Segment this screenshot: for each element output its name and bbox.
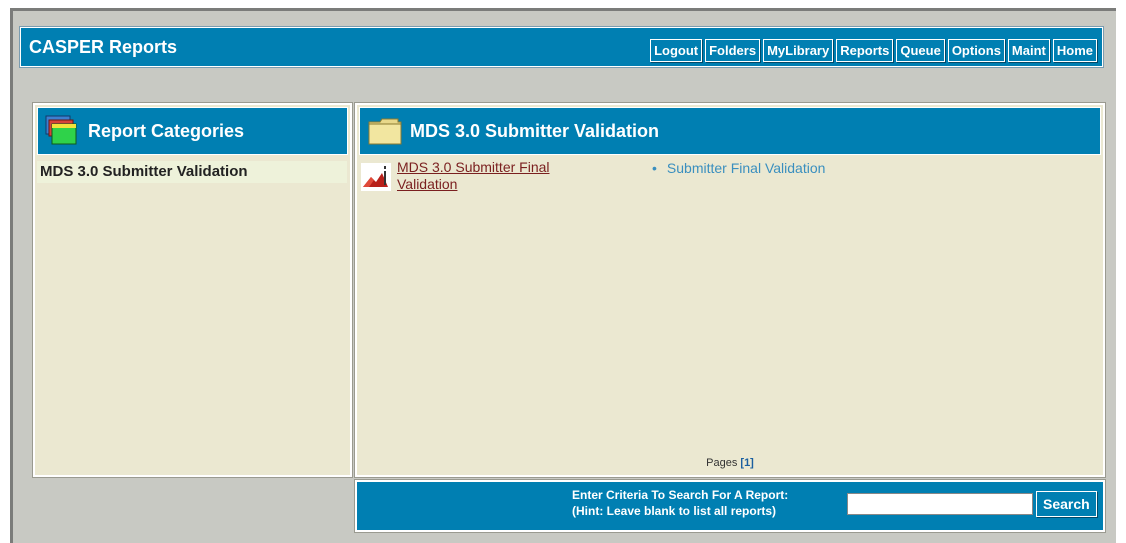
queue-button[interactable]: Queue xyxy=(896,39,945,62)
search-prompt: Enter Criteria To Search For A Report: xyxy=(572,488,789,502)
app-title: CASPER Reports xyxy=(29,37,178,57)
options-button[interactable]: Options xyxy=(947,39,1005,62)
search-input[interactable] xyxy=(847,493,1033,515)
report-list-header: MDS 3.0 Submitter Validation xyxy=(359,107,1101,155)
pages-label: Pages xyxy=(706,457,738,469)
search-bar: Enter Criteria To Search For A Report: (… xyxy=(354,479,1106,533)
bullet-icon: • xyxy=(652,160,657,176)
folders-button[interactable]: Folders xyxy=(705,39,761,62)
logout-button[interactable]: Logout xyxy=(650,39,703,62)
top-bar: CASPER Reports Logout Folders MyLibrary … xyxy=(19,26,1104,68)
report-description-text: Submitter Final Validation xyxy=(666,160,826,176)
folder-icon xyxy=(368,118,402,145)
reports-button[interactable]: Reports xyxy=(836,39,894,62)
main-nav: Logout Folders MyLibrary Reports Queue O… xyxy=(650,39,1097,62)
search-button[interactable]: Search xyxy=(1036,491,1097,517)
report-categories-title: Report Categories xyxy=(88,121,245,141)
page-link[interactable]: [1] xyxy=(740,457,753,469)
search-instructions: Enter Criteria To Search For A Report: (… xyxy=(572,487,788,519)
report-link[interactable]: MDS 3.0 Submitter Final Validation xyxy=(397,159,607,193)
report-icon[interactable] xyxy=(361,163,391,196)
report-list-panel: MDS 3.0 Submitter Validation MDS 3.0 Sub… xyxy=(354,102,1106,478)
category-item[interactable]: MDS 3.0 Submitter Validation xyxy=(37,161,347,183)
folder-stack-icon xyxy=(45,115,77,145)
report-description: • Submitter Final Validation xyxy=(652,160,825,176)
report-list-title: MDS 3.0 Submitter Validation xyxy=(410,121,660,141)
home-button[interactable]: Home xyxy=(1052,39,1097,62)
report-categories-header: Report Categories xyxy=(37,107,348,155)
maint-button[interactable]: Maint xyxy=(1007,39,1050,62)
report-categories-panel: Report Categories MDS 3.0 Submitter Vali… xyxy=(32,102,353,478)
pagination: Pages [1] xyxy=(357,457,1103,469)
mylibrary-button[interactable]: MyLibrary xyxy=(763,39,834,62)
search-hint: (Hint: Leave blank to list all reports) xyxy=(572,504,777,518)
